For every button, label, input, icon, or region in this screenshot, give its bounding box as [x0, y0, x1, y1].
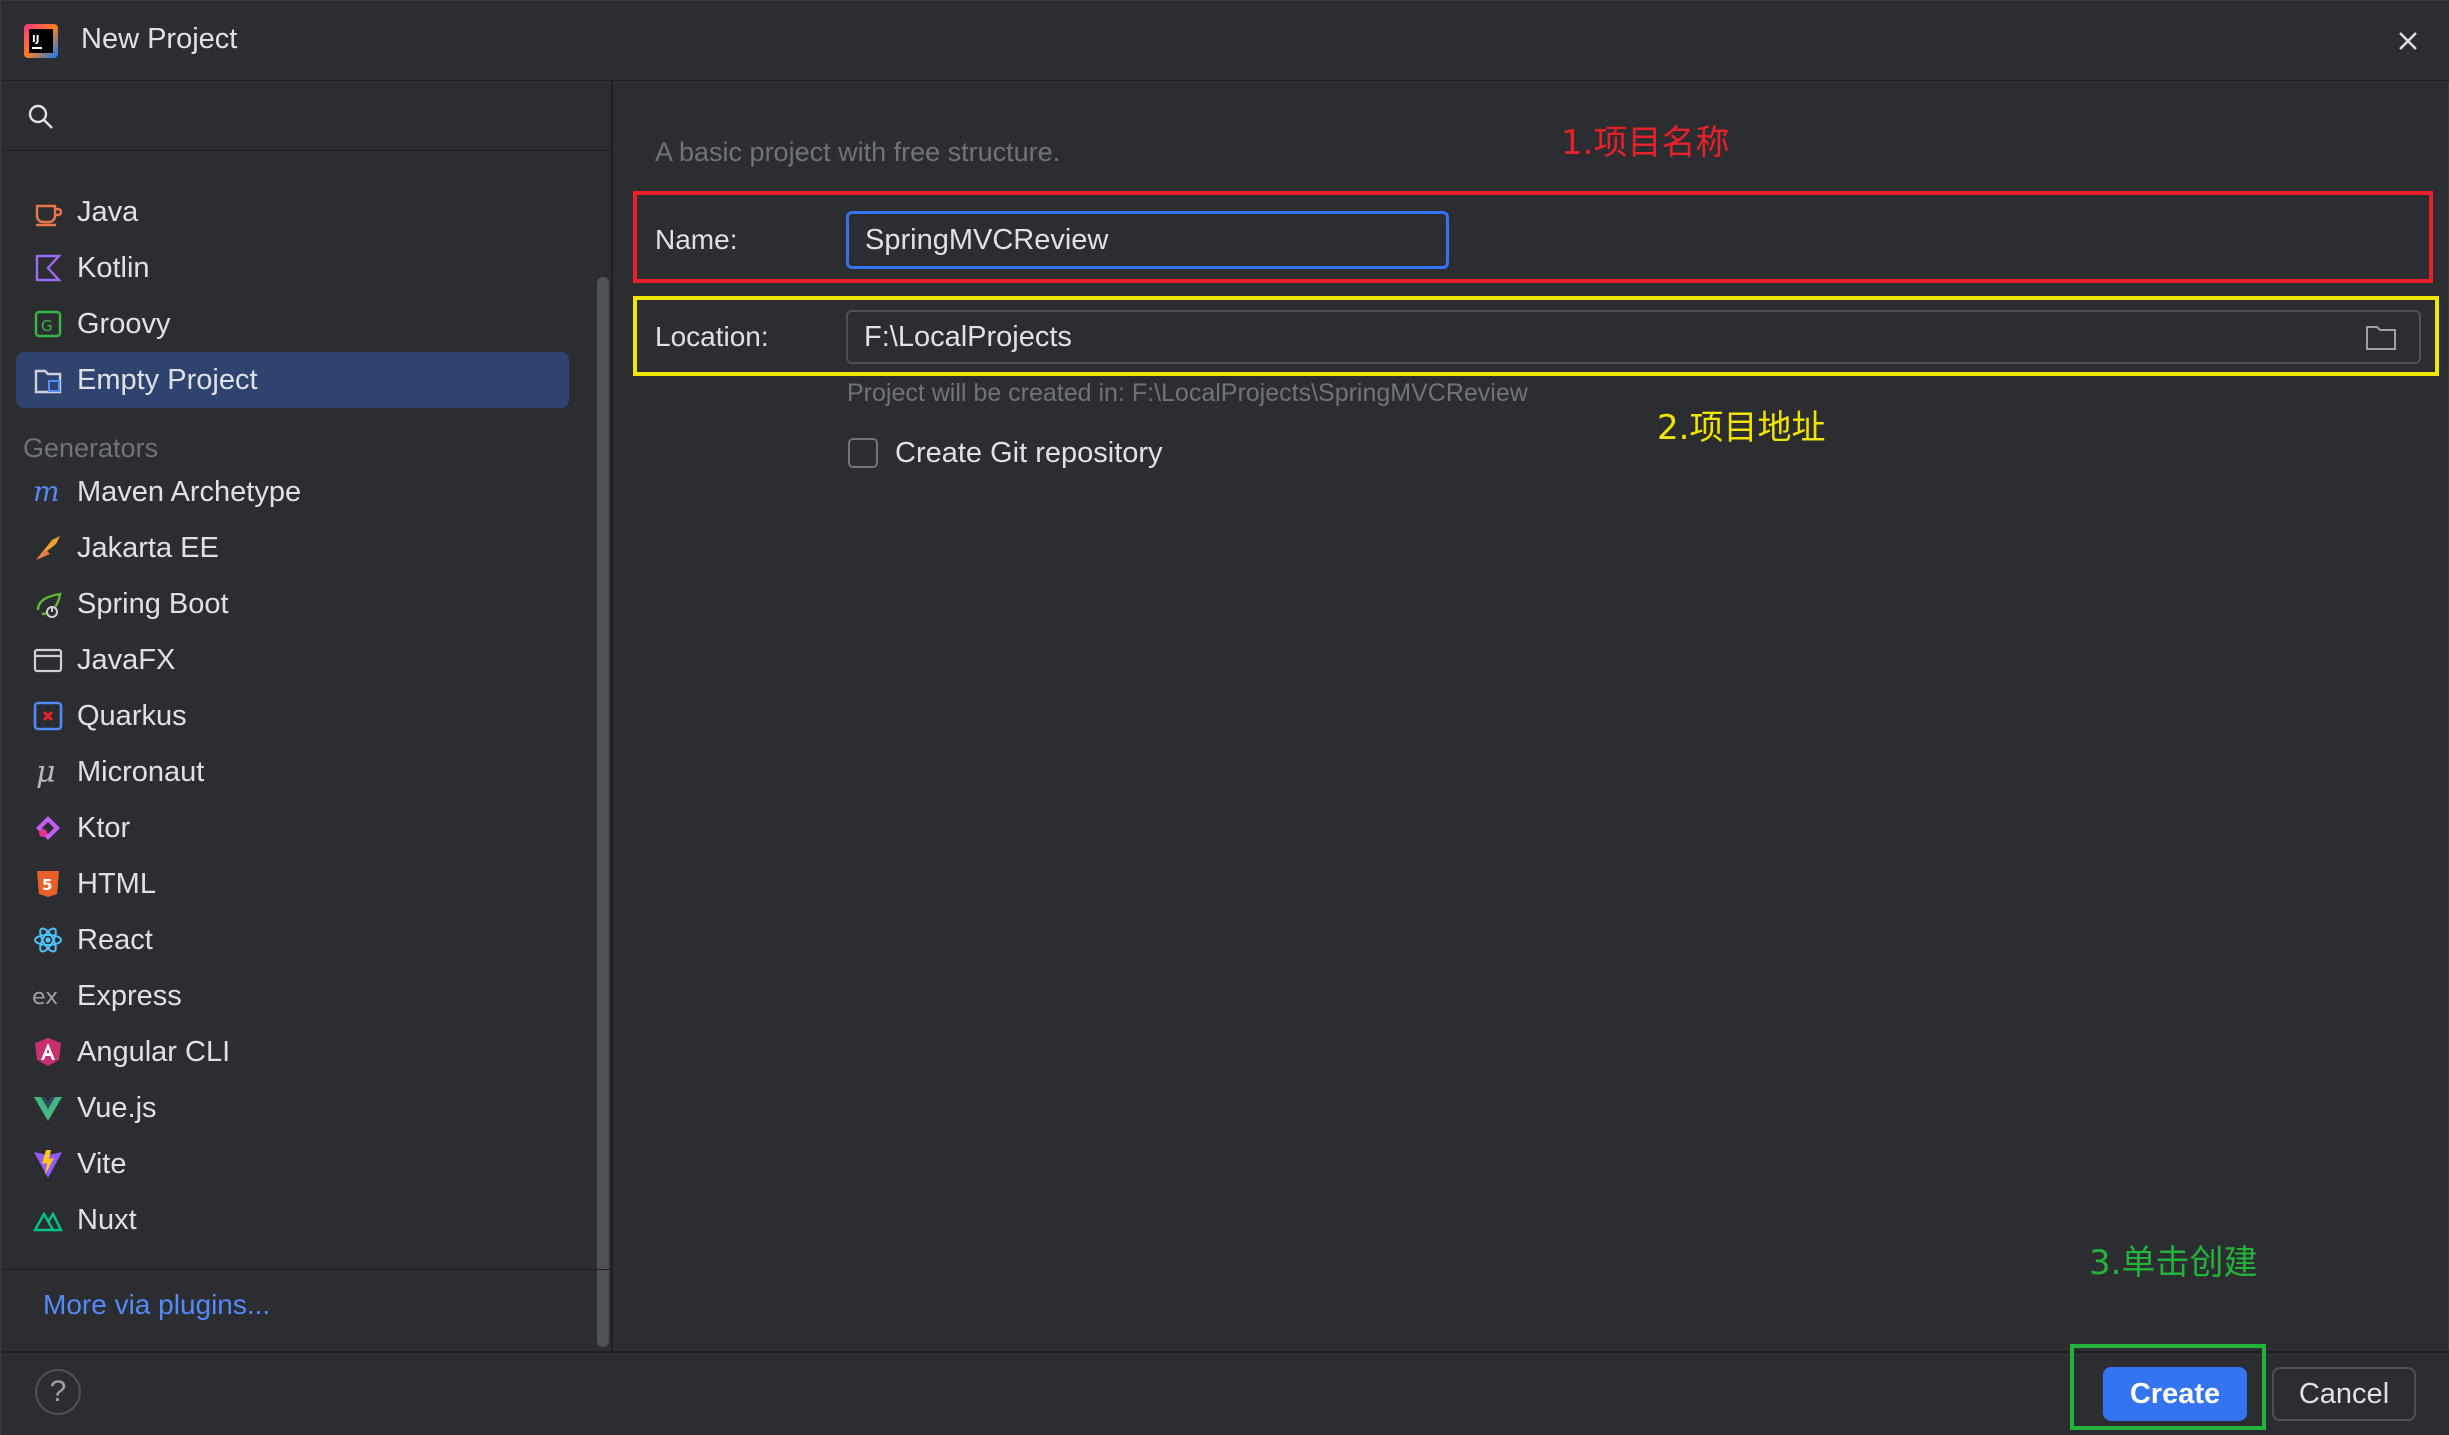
sidebar-item-spring-boot[interactable]: Spring Boot	[16, 576, 569, 632]
cancel-button[interactable]: Cancel	[2272, 1367, 2416, 1421]
sidebar-item-kotlin[interactable]: Kotlin	[16, 240, 569, 296]
name-label: Name:	[655, 224, 738, 255]
sidebar-item-label: Micronaut	[77, 756, 205, 788]
sidebar-item-label: Express	[77, 980, 182, 1012]
sidebar-item-java[interactable]: Java	[16, 184, 569, 240]
generators-header: Generators	[23, 433, 159, 463]
annotation-name: 1.项目名称	[1561, 123, 1730, 163]
sidebar-item-label: Vite	[77, 1148, 127, 1180]
sidebar-item-label: JavaFX	[77, 644, 176, 676]
more-via-plugins-link[interactable]: More via plugins...	[43, 1289, 270, 1321]
window-title: New Project	[81, 23, 238, 55]
micronaut-icon: μ	[32, 756, 64, 788]
empty-project-icon	[32, 364, 64, 396]
svg-text:5: 5	[42, 876, 52, 894]
kotlin-icon	[32, 252, 64, 284]
sidebar-item-label: Maven Archetype	[77, 476, 302, 508]
sidebar-item-label: Vue.js	[77, 1092, 157, 1124]
vite-icon	[32, 1148, 64, 1180]
project-description: A basic project with free structure.	[655, 137, 1061, 167]
svg-text:m: m	[33, 476, 60, 508]
sidebar-item-javafx[interactable]: JavaFX	[16, 632, 569, 688]
vue-icon	[32, 1092, 64, 1124]
sidebar-item-label: Groovy	[77, 308, 171, 340]
location-label: Location:	[655, 321, 769, 352]
sidebar-item-vue[interactable]: Vue.js	[16, 1080, 569, 1136]
created-in-hint: Project will be created in: F:\LocalProj…	[847, 379, 1528, 407]
sidebar-item-label: Kotlin	[77, 252, 150, 284]
new-project-dialog: IJ New Project Java Kotlin G Groovy Empt…	[0, 0, 2449, 1435]
sidebar-item-label: Quarkus	[77, 700, 187, 732]
ktor-icon	[32, 812, 64, 844]
annotation-location: 2.项目地址	[1657, 408, 1826, 448]
sidebar-scrollbar[interactable]	[597, 277, 609, 1347]
maven-icon: m	[32, 476, 64, 508]
groovy-icon: G	[32, 308, 64, 340]
create-git-checkbox[interactable]	[848, 438, 878, 468]
create-highlight-box	[2070, 1344, 2266, 1430]
sidebar-item-ktor[interactable]: Ktor	[16, 800, 569, 856]
project-location-input[interactable]	[846, 310, 2421, 364]
sidebar-item-jakarta-ee[interactable]: Jakarta EE	[16, 520, 569, 576]
sidebar-item-angular-cli[interactable]: Angular CLI	[16, 1024, 569, 1080]
search-bar	[1, 81, 611, 151]
angular-icon	[32, 1036, 64, 1068]
react-icon	[32, 924, 64, 956]
sidebar-item-nuxt[interactable]: Nuxt	[16, 1192, 569, 1248]
search-icon	[28, 104, 53, 129]
project-name-input[interactable]	[846, 211, 1449, 269]
sidebar-item-express[interactable]: ex Express	[16, 968, 569, 1024]
intellij-logo-icon: IJ	[24, 24, 58, 58]
sidebar-item-label: Java	[77, 196, 139, 228]
java-icon	[32, 196, 64, 228]
sidebar-item-label: Ktor	[77, 812, 131, 844]
svg-text:G: G	[41, 317, 53, 335]
spring-boot-icon	[32, 588, 64, 620]
sidebar-item-quarkus[interactable]: Quarkus	[16, 688, 569, 744]
title-bar: IJ New Project	[1, 1, 2449, 81]
svg-text:IJ: IJ	[32, 34, 39, 45]
project-type-list: Java Kotlin G Groovy Empty Project Gener…	[1, 151, 591, 1251]
jakarta-icon	[32, 532, 64, 564]
javafx-icon	[32, 644, 64, 676]
html-icon: 5	[32, 868, 64, 900]
annotation-create: 3.单击创建	[2089, 1243, 2258, 1283]
project-type-sidebar: Java Kotlin G Groovy Empty Project Gener…	[1, 81, 613, 1351]
sidebar-item-label: HTML	[77, 868, 156, 900]
nuxt-icon	[32, 1204, 64, 1236]
sidebar-item-label: Spring Boot	[77, 588, 229, 620]
search-input[interactable]	[71, 93, 595, 141]
sidebar-item-groovy[interactable]: G Groovy	[16, 296, 569, 352]
create-git-label[interactable]: Create Git repository	[895, 437, 1163, 470]
sidebar-item-label: Angular CLI	[77, 1036, 231, 1068]
sidebar-item-label: Jakarta EE	[77, 532, 219, 564]
sidebar-divider	[1, 1269, 611, 1270]
project-settings-panel: A basic project with free structure. 1.项…	[613, 81, 2449, 1351]
sidebar-item-micronaut[interactable]: μ Micronaut	[16, 744, 569, 800]
sidebar-item-vite[interactable]: Vite	[16, 1136, 569, 1192]
browse-folder-icon[interactable]	[2365, 323, 2397, 351]
svg-text:μ: μ	[36, 756, 56, 788]
sidebar-item-label: Nuxt	[77, 1204, 137, 1236]
sidebar-item-empty-project[interactable]: Empty Project	[16, 352, 569, 408]
sidebar-item-label: React	[77, 924, 153, 956]
sidebar-item-html[interactable]: 5 HTML	[16, 856, 569, 912]
express-icon: ex	[32, 980, 64, 1012]
help-button[interactable]: ?	[35, 1369, 81, 1415]
svg-text:ex: ex	[32, 985, 58, 1010]
sidebar-item-maven-archetype[interactable]: m Maven Archetype	[16, 464, 569, 520]
sidebar-item-label: Empty Project	[77, 364, 258, 396]
close-icon[interactable]	[2388, 21, 2428, 61]
sidebar-item-react[interactable]: React	[16, 912, 569, 968]
quarkus-icon	[32, 700, 64, 732]
